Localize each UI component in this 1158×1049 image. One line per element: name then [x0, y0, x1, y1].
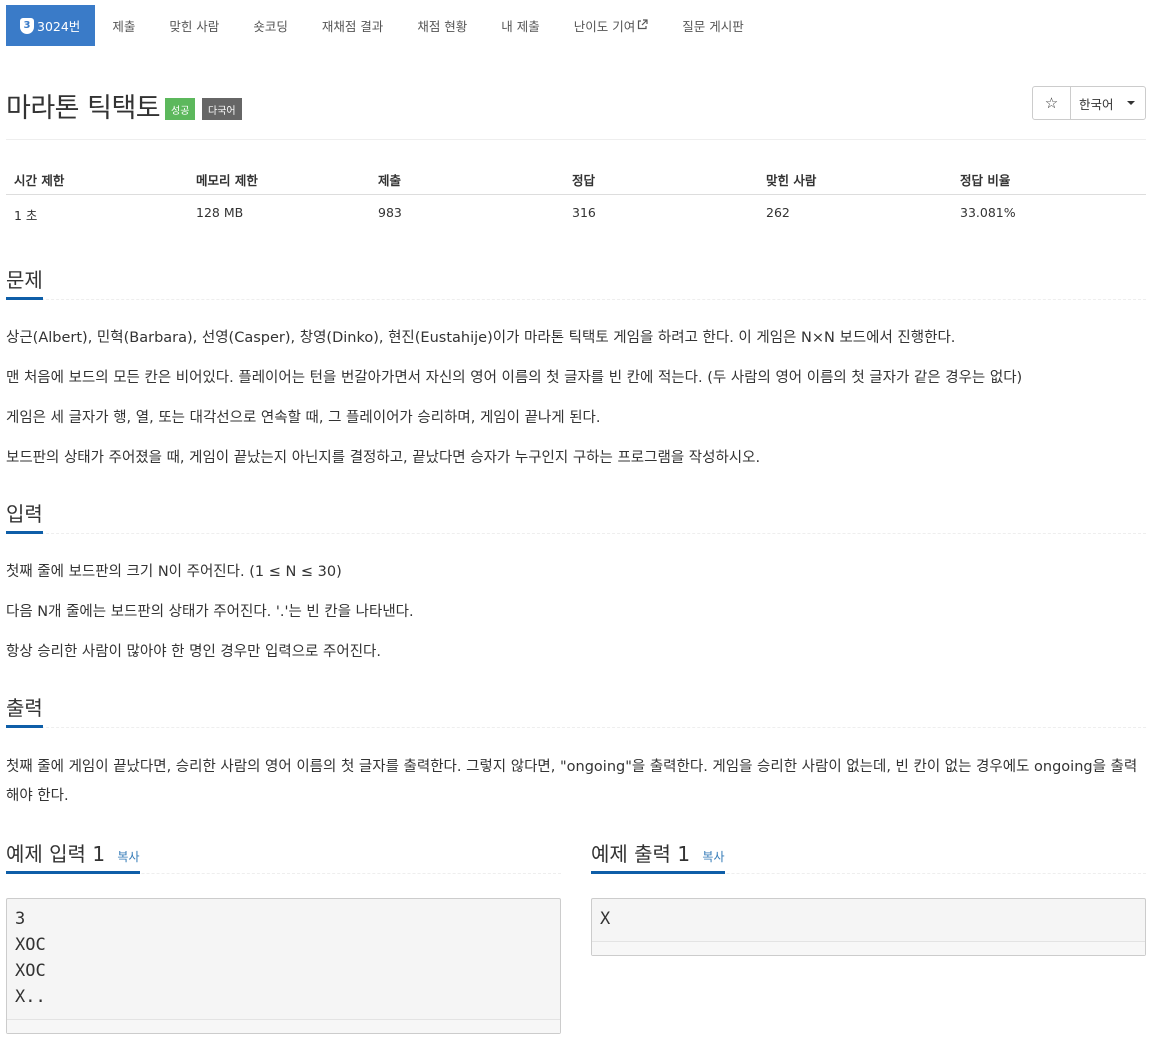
stats-ratio: 33.081% — [960, 205, 1016, 220]
problem-nav: 3 3024번 제출 맞힌 사람 숏코딩 재채점 결과 채점 현황 내 제출 난… — [6, 5, 761, 46]
title-actions: ☆ 한국어 — [1032, 86, 1146, 120]
sample-input-box[interactable]: 3 XOC XOC X.. — [6, 898, 561, 1034]
input-paragraph: 다음 N개 줄에는 보드판의 상태가 주어진다. '.'는 빈 칸을 나타낸다. — [6, 604, 414, 620]
sample-input-title: 예제 입력 1 — [6, 842, 106, 866]
sample-output-text: X — [600, 909, 611, 929]
sample-output-box[interactable]: X — [591, 898, 1146, 956]
output-heading-row: 출력 — [6, 692, 1146, 728]
input-paragraph: 첫째 줄에 보드판의 크기 N이 주어진다. (1 ≤ N ≤ 30) — [6, 564, 342, 580]
problem-paragraph: 게임은 세 글자가 행, 열, 또는 대각선으로 연속할 때, 그 플레이어가 … — [6, 410, 601, 426]
stats-submissions: 983 — [378, 205, 402, 220]
input-heading-row: 입력 — [6, 498, 1146, 534]
copy-output-link[interactable]: 복사 — [702, 850, 724, 864]
stats-header-row: 시간 제한 메모리 제한 제출 정답 맞힌 사람 정답 비율 — [6, 160, 1146, 195]
sample-input-section: 예제 입력 1 복사 — [6, 838, 561, 874]
favorite-button[interactable]: ☆ — [1033, 87, 1071, 119]
nav-my-submissions[interactable]: 내 제출 — [484, 5, 556, 46]
stats-accepted: 316 — [572, 205, 596, 220]
status-badge-success: 성공 — [165, 98, 196, 120]
input-paragraph: 항상 승리한 사람이 많아야 한 명인 경우만 입력으로 주어진다. — [6, 644, 381, 660]
caret-down-icon — [1127, 101, 1135, 105]
problem-paragraph: 상근(Albert), 민혁(Barbara), 선영(Casper), 창영(… — [6, 330, 956, 346]
nav-problem-tab[interactable]: 3 3024번 — [6, 5, 96, 46]
problem-paragraph: 보드판의 상태가 주어졌을 때, 게임이 끝났는지 아닌지를 결정하고, 끝났다… — [6, 450, 761, 466]
sample-output-title: 예제 출력 1 — [591, 842, 691, 866]
stats-value-row: 1 초 128 MB 983 316 262 33.081% — [6, 195, 1146, 230]
nav-qna-board[interactable]: 질문 게시판 — [665, 5, 760, 46]
nav-difficulty-contribution[interactable]: 난이도 기여 — [557, 5, 665, 46]
status-badge-multilang: 다국어 — [202, 98, 242, 120]
nav-status[interactable]: 채점 현황 — [400, 5, 484, 46]
star-icon: ☆ — [1044, 94, 1059, 112]
stats-header-memory: 메모리 제한 — [196, 173, 258, 188]
sample-input-heading: 예제 입력 1 복사 — [6, 838, 140, 874]
problem-heading: 문제 — [6, 264, 43, 300]
external-link-icon — [637, 18, 648, 33]
nav-rejudge-results[interactable]: 재채점 결과 — [305, 5, 400, 46]
output-heading: 출력 — [6, 692, 43, 728]
problem-stats-table: 시간 제한 메모리 제한 제출 정답 맞힌 사람 정답 비율 1 초 128 M… — [6, 160, 1146, 230]
nav-solvers[interactable]: 맞힌 사람 — [152, 5, 236, 46]
stats-solvers: 262 — [766, 205, 790, 220]
output-paragraph: 첫째 줄에 게임이 끝났다면, 승리한 사람의 영어 이름의 첫 글자를 출력한… — [6, 759, 1138, 804]
stats-header-solvers: 맞힌 사람 — [766, 173, 817, 188]
copy-input-link[interactable]: 복사 — [117, 850, 139, 864]
sample-input-text: 3 XOC XOC X.. — [15, 909, 46, 1007]
stats-header-accepted: 정답 — [572, 173, 596, 188]
nav-difficulty-label: 난이도 기여 — [573, 19, 636, 34]
stats-header-submissions: 제출 — [378, 173, 402, 188]
nav-submit[interactable]: 제출 — [95, 5, 152, 46]
sample-input-heading-row: 예제 입력 1 복사 — [6, 838, 561, 874]
stats-header-time: 시간 제한 — [14, 173, 65, 188]
sample-output-heading-row: 예제 출력 1 복사 — [591, 838, 1146, 874]
stats-header-ratio: 정답 비율 — [960, 173, 1011, 188]
nav-problem-number: 3024번 — [37, 19, 81, 34]
title-row: 마라톤 틱택토 성공 다국어 ☆ 한국어 — [6, 86, 1146, 140]
problem-paragraph: 맨 처음에 보드의 모든 칸은 비어있다. 플레이어는 턴을 번갈아가면서 자신… — [6, 370, 1023, 386]
tier-badge-icon: 3 — [20, 17, 34, 34]
sample-output-scrollbar[interactable] — [592, 941, 1145, 955]
language-label: 한국어 — [1079, 96, 1114, 112]
language-dropdown[interactable]: 한국어 — [1071, 87, 1145, 119]
nav-short-coding[interactable]: 숏코딩 — [236, 5, 305, 46]
sample-output-heading: 예제 출력 1 복사 — [591, 838, 725, 874]
stats-memory: 128 MB — [196, 205, 244, 220]
problem-heading-row: 문제 — [6, 264, 1146, 300]
sample-output-section: 예제 출력 1 복사 — [591, 838, 1146, 874]
sample-input-scrollbar[interactable] — [7, 1019, 560, 1033]
stats-time: 1 초 — [14, 208, 38, 223]
page-title: 마라톤 틱택토 — [6, 93, 161, 124]
input-heading: 입력 — [6, 498, 43, 534]
